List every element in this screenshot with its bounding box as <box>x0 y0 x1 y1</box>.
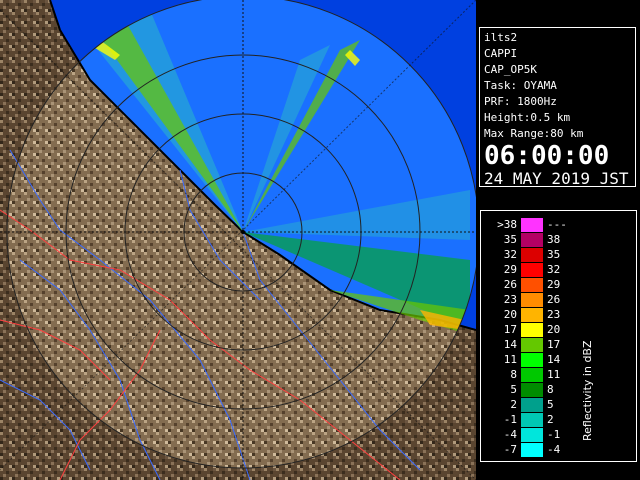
legend-color-swatch <box>521 233 543 247</box>
legend-upper-bound: 29 <box>547 278 561 291</box>
legend-lower-bound: 35 <box>503 233 517 246</box>
legend-lower-bound: -4 <box>503 428 517 441</box>
legend-row: 32 35 <box>485 247 605 263</box>
observation-date: 24 MAY 2019 JST <box>484 169 629 188</box>
legend-upper-bound: 11 <box>547 368 561 381</box>
legend-title: Reflectivity in dBZ <box>581 340 594 441</box>
legend-upper-bound: 2 <box>547 413 554 426</box>
legend-lower-bound: 5 <box>510 383 517 396</box>
legend-upper-bound: 14 <box>547 353 561 366</box>
legend-lower-bound: 29 <box>503 263 517 276</box>
legend-upper-bound: --- <box>547 218 567 231</box>
legend-lower-bound: 8 <box>510 368 517 381</box>
legend-upper-bound: 17 <box>547 338 561 351</box>
legend-upper-bound: -4 <box>547 443 561 456</box>
legend-color-swatch <box>521 413 543 427</box>
legend-lower-bound: 23 <box>503 293 517 306</box>
radar-map-canvas <box>0 0 476 480</box>
legend-row: 23 26 <box>485 292 605 308</box>
legend-lower-bound: -7 <box>503 443 517 456</box>
product-type: CAPPI <box>484 47 518 60</box>
legend-lower-bound: 17 <box>503 323 517 336</box>
legend-row: 26 29 <box>485 277 605 293</box>
max-range-value: Max Range:80 km <box>484 127 584 140</box>
legend-color-swatch <box>521 248 543 262</box>
reflectivity-legend: >38 --- 35 38 32 35 29 32 26 29 23 26 20 23 17 20 14 17 11… <box>480 210 637 462</box>
legend-upper-bound: 38 <box>547 233 561 246</box>
legend-row: 20 23 <box>485 307 605 323</box>
legend-lower-bound: 14 <box>503 338 517 351</box>
observation-time: 06:00:00 <box>484 141 610 171</box>
legend-color-swatch <box>521 368 543 382</box>
legend-upper-bound: 5 <box>547 398 554 411</box>
legend-color-swatch <box>521 293 543 307</box>
height-value: Height:0.5 km <box>484 111 571 124</box>
legend-color-swatch <box>521 353 543 367</box>
legend-lower-bound: 32 <box>503 248 517 261</box>
legend-upper-bound: 20 <box>547 323 561 336</box>
legend-color-swatch <box>521 428 543 442</box>
legend-lower-bound: 26 <box>503 278 517 291</box>
legend-upper-bound: 8 <box>547 383 554 396</box>
legend-upper-bound: 23 <box>547 308 561 321</box>
legend-lower-bound: 2 <box>510 398 517 411</box>
legend-upper-bound: 26 <box>547 293 561 306</box>
radar-map-view <box>0 0 476 480</box>
legend-row: 29 32 <box>485 262 605 278</box>
radar-info-panel: ilts2 CAPPI CAP_OP5K Task: OYAMA PRF: 18… <box>479 27 636 188</box>
legend-color-swatch <box>521 383 543 397</box>
legend-lower-bound: >38 <box>497 218 517 231</box>
legend-row: >38 --- <box>485 217 605 233</box>
legend-upper-bound: 35 <box>547 248 561 261</box>
radar-site-marker <box>241 230 245 234</box>
legend-color-swatch <box>521 308 543 322</box>
legend-upper-bound: -1 <box>547 428 561 441</box>
task-name: Task: OYAMA <box>484 79 557 92</box>
legend-row: -7 -4 <box>485 442 605 458</box>
legend-color-swatch <box>521 263 543 277</box>
site-name: ilts2 <box>484 31 518 44</box>
legend-color-swatch <box>521 443 543 457</box>
legend-row: 35 38 <box>485 232 605 248</box>
legend-color-swatch <box>521 323 543 337</box>
legend-lower-bound: 20 <box>503 308 517 321</box>
legend-color-swatch <box>521 338 543 352</box>
legend-row: 17 20 <box>485 322 605 338</box>
legend-color-swatch <box>521 218 543 232</box>
legend-color-swatch <box>521 398 543 412</box>
legend-color-swatch <box>521 278 543 292</box>
prf-value: PRF: 1800Hz <box>484 95 557 108</box>
product-code: CAP_OP5K <box>484 63 537 76</box>
legend-lower-bound: -1 <box>503 413 517 426</box>
legend-upper-bound: 32 <box>547 263 561 276</box>
legend-lower-bound: 11 <box>503 353 517 366</box>
